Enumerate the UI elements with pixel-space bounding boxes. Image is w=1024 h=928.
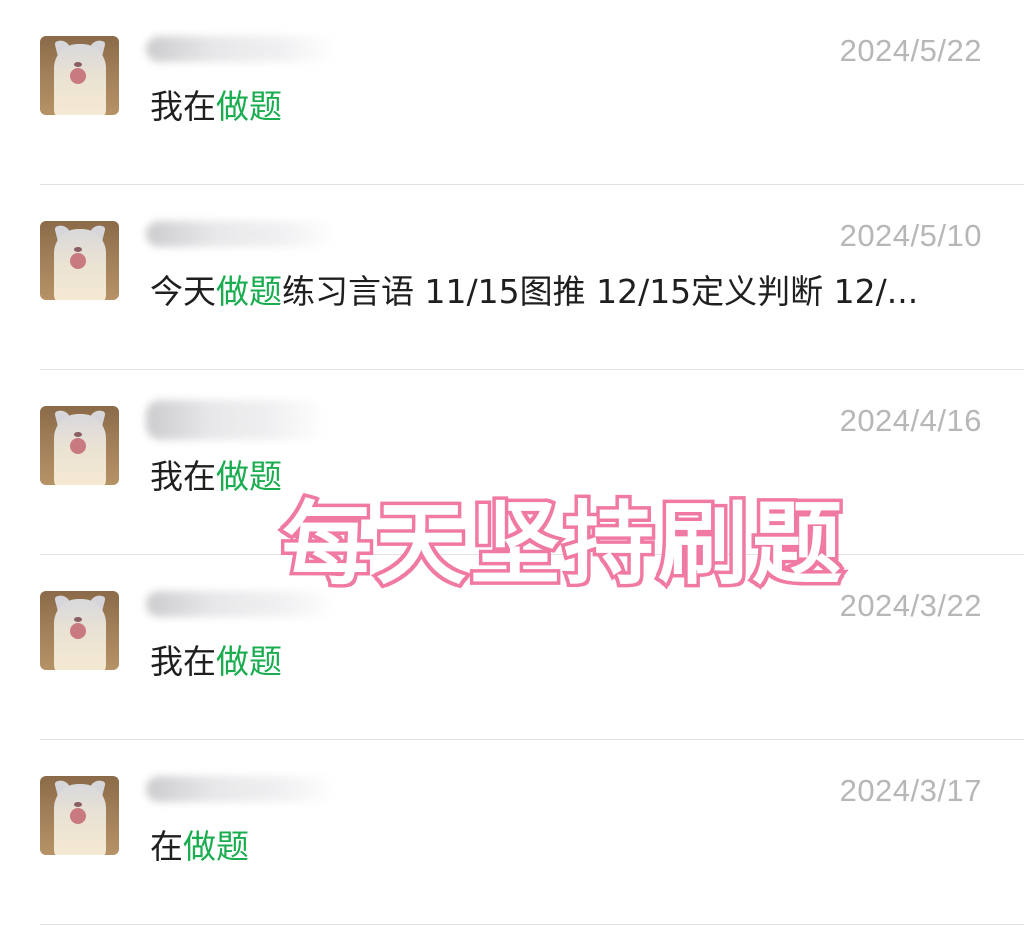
result-row[interactable]: 2024/3/17 在做题 <box>0 740 1024 925</box>
message-text: 练习言语 11/15图推 12/15定义判断 12/... <box>282 272 919 311</box>
blurred-contact-name <box>146 400 326 440</box>
result-date: 2024/3/17 <box>839 773 982 808</box>
message-keyword-highlight: 做题 <box>216 272 282 311</box>
cat-avatar-icon[interactable] <box>40 221 119 300</box>
result-row[interactable]: 2024/5/22 我在做题 <box>0 0 1024 185</box>
result-date: 2024/5/22 <box>839 33 982 68</box>
message-text: 我在 <box>150 457 216 496</box>
result-row[interactable]: 2024/5/10 今天做题练习言语 11/15图推 12/15定义判断 12/… <box>0 185 1024 370</box>
message-keyword-highlight: 做题 <box>183 827 249 866</box>
message-keyword-highlight: 做题 <box>216 87 282 126</box>
overlay-caption: 每天坚持刷题 <box>279 492 846 597</box>
result-date: 2024/5/10 <box>839 218 982 253</box>
blurred-contact-name <box>146 36 336 62</box>
message-text: 我在 <box>150 642 216 681</box>
row-divider <box>40 924 1024 925</box>
search-result-list: 2024/5/22 我在做题 2024/5/10 今天做题练习言语 11/15图… <box>0 0 1024 925</box>
blurred-contact-name <box>146 776 336 802</box>
message-keyword-highlight: 做题 <box>216 642 282 681</box>
blurred-contact-name <box>146 221 336 247</box>
result-message: 我在做题 <box>150 80 282 128</box>
result-message: 我在做题 <box>150 450 282 498</box>
cat-avatar-icon[interactable] <box>40 406 119 485</box>
cat-avatar-icon[interactable] <box>40 776 119 855</box>
message-text: 今天 <box>150 272 216 311</box>
message-text: 我在 <box>150 87 216 126</box>
cat-avatar-icon[interactable] <box>40 591 119 670</box>
message-text: 在 <box>150 827 183 866</box>
result-message: 今天做题练习言语 11/15图推 12/15定义判断 12/... <box>150 265 918 313</box>
cat-avatar-icon[interactable] <box>40 36 119 115</box>
result-message: 我在做题 <box>150 635 282 683</box>
result-date: 2024/3/22 <box>839 588 982 623</box>
result-message: 在做题 <box>150 820 249 868</box>
result-date: 2024/4/16 <box>839 403 982 438</box>
message-keyword-highlight: 做题 <box>216 457 282 496</box>
